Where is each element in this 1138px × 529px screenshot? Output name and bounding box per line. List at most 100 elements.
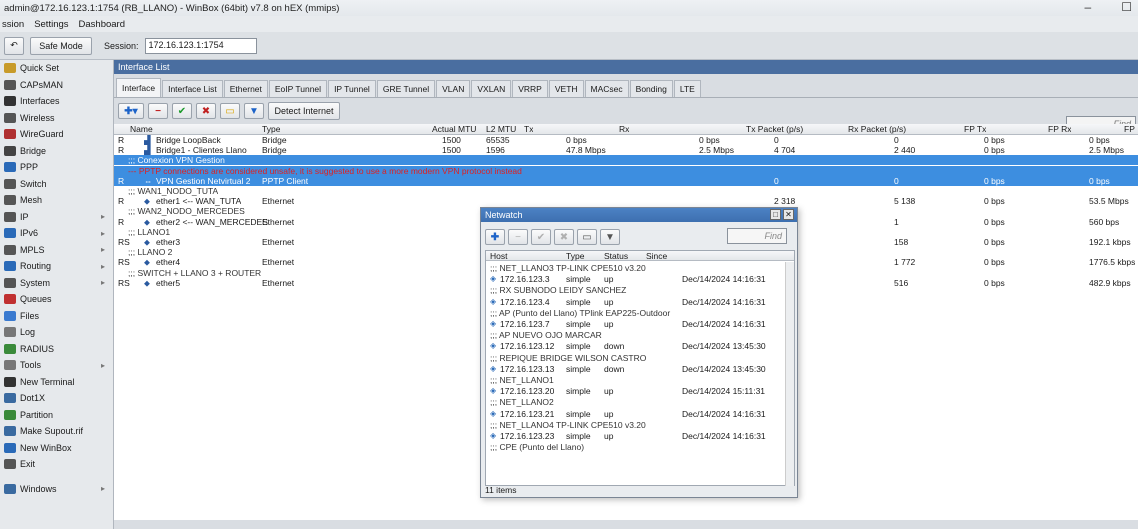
- column-header-fp-tx[interactable]: FP Tx: [964, 124, 986, 134]
- comment-icon[interactable]: ▭: [220, 103, 240, 119]
- nw-comment-row[interactable]: ;;; RX SUBNODO LEIDY SANCHEZ: [486, 285, 786, 295]
- column-header-tx-packet-p-s-[interactable]: Tx Packet (p/s): [746, 124, 803, 134]
- nw-remove-icon[interactable]: −: [508, 229, 528, 245]
- nw-add-icon[interactable]: ✚: [485, 229, 505, 245]
- filter-icon[interactable]: ▼: [244, 103, 264, 119]
- menu-dashboard[interactable]: Dashboard: [79, 19, 125, 30]
- nw-comment-icon[interactable]: ▭: [577, 229, 597, 245]
- nw-comment-row[interactable]: ;;; NET_LLANO2: [486, 397, 786, 407]
- tab-ethernet[interactable]: Ethernet: [223, 80, 268, 97]
- nw-disable-icon[interactable]: ✖: [554, 229, 574, 245]
- nw-host-row[interactable]: ◈ 172.16.123.4 simple up Dec/14/2024 14:16:3…: [486, 297, 786, 307]
- nw-host-row[interactable]: ◈ 172.16.123.23 simple up Dec/14/2024 14:16:…: [486, 431, 786, 441]
- sidebar-item-ip[interactable]: IP ▸: [0, 209, 113, 226]
- tab-eoip-tunnel[interactable]: EoIP Tunnel: [268, 80, 328, 97]
- sidebar-item-ipv6[interactable]: IPv6 ▸: [0, 225, 113, 242]
- sidebar-item-queues[interactable]: Queues: [0, 291, 113, 308]
- sidebar-item-new-terminal[interactable]: New Terminal: [0, 374, 113, 391]
- nw-comment-row[interactable]: ;;; NET_LLANO1: [486, 375, 786, 385]
- tab-interface-list[interactable]: Interface List: [162, 80, 223, 97]
- nw-column-host[interactable]: Host: [490, 251, 507, 261]
- nw-comment-row[interactable]: ;;; AP (Punto del Llano) TPlink EAP225-O…: [486, 308, 786, 318]
- table-row[interactable]: R ⇔ VPN Gestion Netvirtual 2 PPTP Client 0 0 0…: [114, 175, 1138, 186]
- tab-ip-tunnel[interactable]: IP Tunnel: [328, 80, 376, 97]
- table-comment-row[interactable]: --- PPTP connections are considered unsa…: [114, 165, 1138, 176]
- column-header-l2-mtu[interactable]: L2 MTU: [486, 124, 516, 134]
- tab-vrrp[interactable]: VRRP: [512, 80, 548, 97]
- nw-filter-icon[interactable]: ▼: [600, 229, 620, 245]
- menu-session[interactable]: ssion: [2, 19, 24, 30]
- nw-comment-row[interactable]: ;;; CPE (Punto del Llano): [486, 442, 786, 452]
- sidebar-item-routing[interactable]: Routing ▸: [0, 258, 113, 275]
- remove-icon[interactable]: −: [148, 103, 168, 119]
- column-header-name[interactable]: Name: [130, 124, 153, 134]
- column-header-type[interactable]: Type: [262, 124, 280, 134]
- undo-button[interactable]: ↶: [4, 36, 24, 55]
- nw-host-row[interactable]: ◈ 172.16.123.13 simple down Dec/14/2024 13:4…: [486, 364, 786, 374]
- tab-macsec[interactable]: MACsec: [584, 80, 629, 97]
- sidebar-item-interfaces[interactable]: Interfaces: [0, 93, 113, 110]
- nw-column-type[interactable]: Type: [566, 251, 584, 261]
- close-icon[interactable]: ✕: [783, 209, 794, 220]
- sidebar-item-wireguard[interactable]: WireGuard: [0, 126, 113, 143]
- tab-interface[interactable]: Interface: [116, 78, 162, 97]
- column-header-fp-rx[interactable]: FP Rx: [1048, 124, 1071, 134]
- nw-comment-row[interactable]: ;;; AP NUEVO OJO MARCAR: [486, 330, 786, 340]
- sidebar-item-files[interactable]: Files: [0, 308, 113, 325]
- tab-veth[interactable]: VETH: [548, 80, 584, 97]
- column-header-tx[interactable]: Tx: [524, 124, 533, 134]
- column-header-rx-packet-p-s-[interactable]: Rx Packet (p/s): [848, 124, 906, 134]
- sidebar-item-log[interactable]: Log: [0, 324, 113, 341]
- nw-comment-row[interactable]: ;;; NET_LLANO3 TP-LINK CPE510 v3.20: [486, 263, 786, 273]
- nw-column-since[interactable]: Since: [646, 251, 667, 261]
- nw-column-status[interactable]: Status: [604, 251, 628, 261]
- tab-vlan[interactable]: VLAN: [436, 80, 471, 97]
- table-row[interactable]: R ▟ Bridge LoopBack Bridge 1500 65535 0 bps 0 b…: [114, 135, 1138, 145]
- add-icon[interactable]: ✚▾: [118, 103, 144, 119]
- sidebar-item-ppp[interactable]: PPP: [0, 159, 113, 176]
- disable-icon[interactable]: ✖: [196, 103, 216, 119]
- sidebar-item-switch[interactable]: Switch: [0, 176, 113, 193]
- nw-host-row[interactable]: ◈ 172.16.123.21 simple up Dec/14/2024 14:16:…: [486, 409, 786, 419]
- session-input[interactable]: 172.16.123.1:1754: [144, 37, 257, 54]
- table-comment-row[interactable]: ;;; WAN1_NODO_TUTA: [114, 186, 1138, 196]
- nw-host-row[interactable]: ◈ 172.16.123.20 simple up Dec/14/2024 15:11:…: [486, 386, 786, 396]
- menu-settings[interactable]: Settings: [34, 19, 68, 30]
- tab-vxlan[interactable]: VXLAN: [471, 80, 512, 97]
- nw-comment-row[interactable]: ;;; REPIQUE BRIDGE WILSON CASTRO: [486, 353, 786, 363]
- sidebar-item-new-winbox[interactable]: New WinBox: [0, 440, 113, 457]
- minimize-icon[interactable]: –: [1085, 0, 1092, 14]
- detect-internet-button[interactable]: Detect Internet: [268, 102, 340, 120]
- sidebar-item-exit[interactable]: Exit: [0, 456, 113, 473]
- sidebar-item-bridge[interactable]: Bridge: [0, 143, 113, 160]
- enable-icon[interactable]: ✔: [172, 103, 192, 119]
- sidebar-item-capsman[interactable]: CAPsMAN: [0, 77, 113, 94]
- maximize-icon[interactable]: ☐: [1121, 0, 1132, 14]
- sidebar-item-mesh[interactable]: Mesh: [0, 192, 113, 209]
- sidebar-item-make-supout-rif[interactable]: Make Supout.rif: [0, 423, 113, 440]
- sidebar-item-system[interactable]: System ▸: [0, 275, 113, 292]
- nw-host-row[interactable]: ◈ 172.16.123.12 simple down Dec/14/2024 13:4…: [486, 341, 786, 351]
- sidebar-item-wireless[interactable]: Wireless: [0, 110, 113, 127]
- tab-lte[interactable]: LTE: [673, 80, 701, 97]
- sidebar-item-windows[interactable]: Windows ▸: [0, 481, 113, 498]
- column-header-fp[interactable]: FP: [1124, 124, 1135, 134]
- netwatch-find-input[interactable]: Find: [727, 228, 787, 244]
- tab-bonding[interactable]: Bonding: [629, 80, 673, 97]
- column-header-rx[interactable]: Rx: [619, 124, 629, 134]
- sidebar-item-partition[interactable]: Partition: [0, 407, 113, 424]
- nw-comment-row[interactable]: ;;; NET_LLANO4 TP-LINK CPE510 v3.20: [486, 420, 786, 430]
- column-header-actual-mtu[interactable]: Actual MTU: [432, 124, 476, 134]
- netwatch-scrollbar[interactable]: [785, 262, 794, 486]
- sidebar-item-dot1x[interactable]: Dot1X: [0, 390, 113, 407]
- restore-icon[interactable]: □: [770, 209, 781, 220]
- safe-mode-button[interactable]: Safe Mode: [30, 36, 92, 55]
- nw-host-row[interactable]: ◈ 172.16.123.3 simple up Dec/14/2024 14:16:3…: [486, 274, 786, 284]
- sidebar-item-mpls[interactable]: MPLS ▸: [0, 242, 113, 259]
- tab-gre-tunnel[interactable]: GRE Tunnel: [376, 80, 436, 97]
- sidebar-item-radius[interactable]: RADIUS: [0, 341, 113, 358]
- sidebar-item-tools[interactable]: Tools ▸: [0, 357, 113, 374]
- nw-enable-icon[interactable]: ✔: [531, 229, 551, 245]
- nw-host-row[interactable]: ◈ 172.16.123.7 simple up Dec/14/2024 14:16:3…: [486, 319, 786, 329]
- table-row[interactable]: R ⬥ ether1 <-- WAN_TUTA Ethernet 2 318 5 138 0…: [114, 196, 1138, 206]
